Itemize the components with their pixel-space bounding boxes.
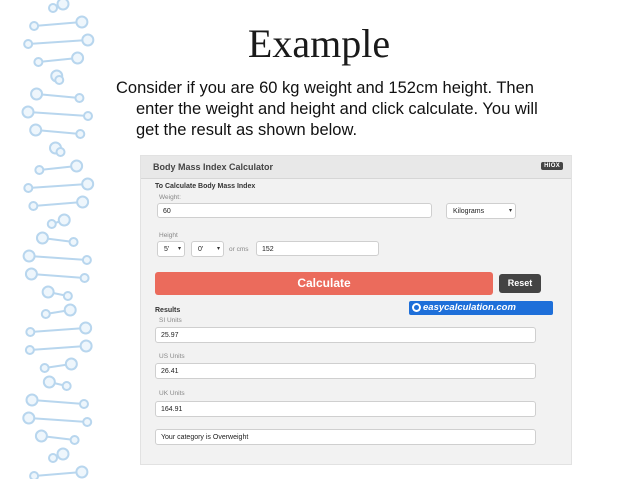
- bmi-calculator-widget: Body Mass Index Calculator HIOX To Calcu…: [140, 155, 572, 465]
- paragraph-line-1: Consider if you are 60 kg weight and 152…: [116, 79, 534, 97]
- calculator-title: Body Mass Index Calculator: [153, 162, 274, 172]
- weight-input[interactable]: 60: [157, 203, 432, 218]
- easycalculation-logo-icon: [412, 303, 421, 312]
- hiox-badge[interactable]: HIOX: [541, 162, 563, 170]
- dropdown-arrow-icon: ▾: [508, 208, 512, 214]
- height-inches-select[interactable]: 0' ▾: [191, 241, 224, 257]
- easycalculation-banner[interactable]: easycalculation.com: [409, 301, 553, 315]
- dropdown-arrow-icon: ▾: [216, 246, 220, 252]
- slide-title: Example: [247, 21, 391, 66]
- us-units-label: US Units: [159, 353, 185, 360]
- dropdown-arrow-icon: ▾: [177, 246, 181, 252]
- or-cms-label: or cms: [229, 246, 249, 253]
- paragraph-line-2: enter the weight and height and click ca…: [136, 100, 538, 118]
- results-label: Results: [155, 307, 181, 314]
- us-units-output[interactable]: 26.41: [155, 363, 536, 379]
- category-output[interactable]: Your category is Overweight: [155, 429, 536, 445]
- si-units-label: SI Units: [159, 317, 182, 324]
- uk-units-output[interactable]: 164.91: [155, 401, 536, 417]
- height-feet-select[interactable]: 5' ▾: [157, 241, 185, 257]
- slide-paragraph: Consider if you are 60 kg weight and 152…: [116, 78, 616, 141]
- calculate-button[interactable]: Calculate: [155, 272, 493, 295]
- weight-label: Weight:: [159, 194, 181, 201]
- uk-units-label: UK Units: [159, 390, 185, 397]
- calculator-header: Body Mass Index Calculator HIOX: [141, 156, 571, 179]
- calculator-subtitle: To Calculate Body Mass Index: [155, 183, 256, 190]
- height-feet-value: 5': [164, 246, 170, 253]
- paragraph-line-3: get the result as shown below.: [136, 121, 358, 139]
- height-cms-input[interactable]: 152: [256, 241, 379, 256]
- brand-text: easycalculation.com: [423, 302, 516, 313]
- weight-unit-value: Kilograms: [453, 208, 485, 215]
- reset-button[interactable]: Reset: [499, 274, 541, 293]
- dna-strand-decoration-icon: [21, 0, 95, 479]
- si-units-output[interactable]: 25.97: [155, 327, 536, 343]
- height-label: Height: [159, 232, 178, 239]
- weight-unit-select[interactable]: Kilograms ▾: [446, 203, 516, 219]
- height-inches-value: 0': [198, 246, 204, 253]
